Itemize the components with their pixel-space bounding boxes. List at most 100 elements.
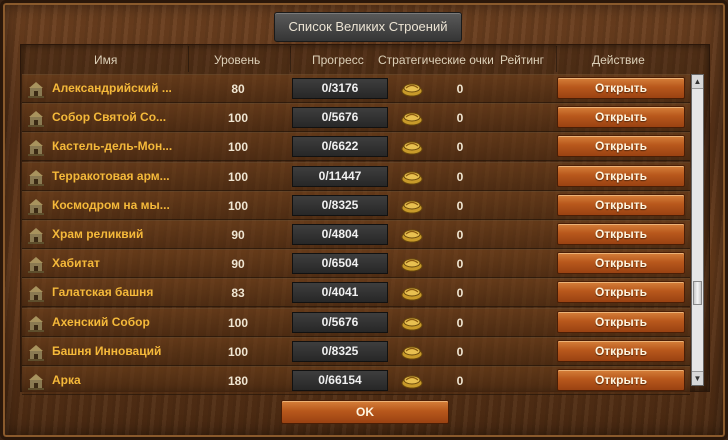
table-row: Собор Святой Со... 100 0/5676 0 Открыть xyxy=(22,103,690,133)
open-button[interactable]: Открыть xyxy=(557,164,685,187)
building-level: 100 xyxy=(227,198,249,213)
table-row: Ахенский Собор 100 0/5676 0 Открыть xyxy=(22,307,690,337)
forge-points-icon xyxy=(400,139,424,155)
progress-value: 0/6622 xyxy=(292,136,388,158)
open-button[interactable]: Открыть xyxy=(557,106,685,129)
header-rating: Рейтинг xyxy=(500,53,545,67)
ok-button[interactable]: OK xyxy=(281,400,449,424)
progress-value: 0/8325 xyxy=(292,194,388,216)
building-name: Собор Святой Со... xyxy=(52,110,167,125)
spaceport-icon xyxy=(26,196,46,216)
building-level: 90 xyxy=(231,257,245,272)
strategic-points-value: 0 xyxy=(456,228,464,242)
tower-icon xyxy=(26,283,46,303)
table-row: Арка 180 0/66154 0 Открыть xyxy=(22,366,690,395)
header-strategic-points: Стратегические очки xyxy=(378,53,494,67)
strategic-points-value: 0 xyxy=(456,82,464,96)
forge-points-icon xyxy=(400,344,424,360)
table-row: Кастель-дель-Мон... 100 0/6622 0 Открыть xyxy=(22,132,690,162)
header-level: Уровень xyxy=(214,53,261,67)
progress-value: 0/8325 xyxy=(292,340,388,362)
temple-icon xyxy=(26,225,46,245)
cathedral-icon xyxy=(26,108,46,128)
scroll-up-arrow-icon[interactable]: ▲ xyxy=(692,75,703,89)
table-row: Терракотовая арм... 100 0/11447 0 Открыть xyxy=(22,161,690,191)
progress-value: 0/4804 xyxy=(292,224,388,245)
open-button[interactable]: Открыть xyxy=(557,252,685,275)
building-level: 100 xyxy=(227,344,249,359)
header-progress: Прогресс xyxy=(312,53,364,67)
open-button[interactable]: Открыть xyxy=(557,77,685,99)
building-level: 100 xyxy=(227,169,249,184)
scrollbar[interactable]: ▲ ▼ xyxy=(691,74,704,386)
progress-value: 0/11447 xyxy=(292,165,388,187)
table-row: Александрийский ... 80 0/3176 0 Открыть xyxy=(22,74,690,103)
progress-value: 0/5676 xyxy=(292,107,388,129)
cathedral-icon xyxy=(26,313,46,333)
strategic-points-value: 0 xyxy=(456,257,464,272)
forge-points-icon xyxy=(400,285,424,301)
strategic-points-value: 0 xyxy=(456,286,464,301)
forge-points-icon xyxy=(400,256,424,272)
progress-value: 0/6504 xyxy=(292,253,388,275)
building-name: Александрийский ... xyxy=(52,81,172,95)
progress-value: 0/4041 xyxy=(292,282,388,304)
building-level: 90 xyxy=(231,228,245,242)
army-icon xyxy=(26,167,46,187)
table-row: Хабитат 90 0/6504 0 Открыть xyxy=(22,249,690,279)
building-name: Терракотовая арм... xyxy=(52,168,170,183)
scrollbar-thumb[interactable] xyxy=(693,281,702,305)
column-divider xyxy=(556,46,557,72)
lighthouse-icon xyxy=(26,79,46,99)
castle-icon xyxy=(26,137,46,157)
building-level: 80 xyxy=(231,82,245,96)
progress-value: 0/66154 xyxy=(292,370,388,391)
building-level: 83 xyxy=(231,286,245,301)
forge-points-icon xyxy=(400,315,424,331)
forge-points-icon xyxy=(400,198,424,214)
table-row: Космодром на мы... 100 0/8325 0 Открыть xyxy=(22,190,690,220)
header-name: Имя xyxy=(94,53,118,67)
header-action: Действие xyxy=(592,53,645,67)
open-button[interactable]: Открыть xyxy=(557,223,685,245)
forge-points-icon xyxy=(400,169,424,185)
column-divider xyxy=(188,46,189,72)
building-level: 100 xyxy=(227,315,249,330)
dialog-title: Список Великих Строений xyxy=(274,12,462,42)
building-name: Космодром на мы... xyxy=(52,197,170,212)
open-button[interactable]: Открыть xyxy=(557,339,685,362)
forge-points-icon xyxy=(400,227,424,243)
building-name: Хабитат xyxy=(52,256,100,271)
forge-points-icon xyxy=(400,81,424,97)
strategic-points-value: 0 xyxy=(456,169,464,184)
strategic-points-value: 0 xyxy=(456,198,464,213)
forge-points-icon xyxy=(400,110,424,126)
table-row: Галатская башня 83 0/4041 0 Открыть xyxy=(22,278,690,308)
forge-points-icon xyxy=(400,373,424,389)
building-name: Арка xyxy=(52,373,81,387)
open-button[interactable]: Открыть xyxy=(557,281,685,304)
strategic-points-value: 0 xyxy=(456,315,464,330)
arch-icon xyxy=(26,371,46,391)
progress-value: 0/5676 xyxy=(292,311,388,333)
open-button[interactable]: Открыть xyxy=(557,193,685,216)
building-name: Галатская башня xyxy=(52,285,154,300)
strategic-points-value: 0 xyxy=(456,140,464,155)
open-button[interactable]: Открыть xyxy=(557,369,685,391)
building-name: Башня Инноваций xyxy=(52,343,162,358)
building-level: 100 xyxy=(227,140,249,155)
strategic-points-value: 0 xyxy=(456,111,464,126)
habitat-icon xyxy=(26,254,46,274)
scroll-down-arrow-icon[interactable]: ▼ xyxy=(692,371,703,385)
innovation-tower-icon xyxy=(26,342,46,362)
strategic-points-value: 0 xyxy=(456,344,464,359)
building-level: 100 xyxy=(227,111,249,126)
table-header: Имя Уровень Прогресс Стратегические очки… xyxy=(22,46,690,72)
building-name: Храм реликвий xyxy=(52,227,144,241)
table-row: Храм реликвий 90 0/4804 0 Открыть xyxy=(22,220,690,249)
building-name: Ахенский Собор xyxy=(52,314,150,329)
open-button[interactable]: Открыть xyxy=(557,135,685,158)
table-row: Башня Инноваций 100 0/8325 0 Открыть xyxy=(22,336,690,366)
strategic-points-value: 0 xyxy=(456,374,464,388)
open-button[interactable]: Открыть xyxy=(557,310,685,333)
